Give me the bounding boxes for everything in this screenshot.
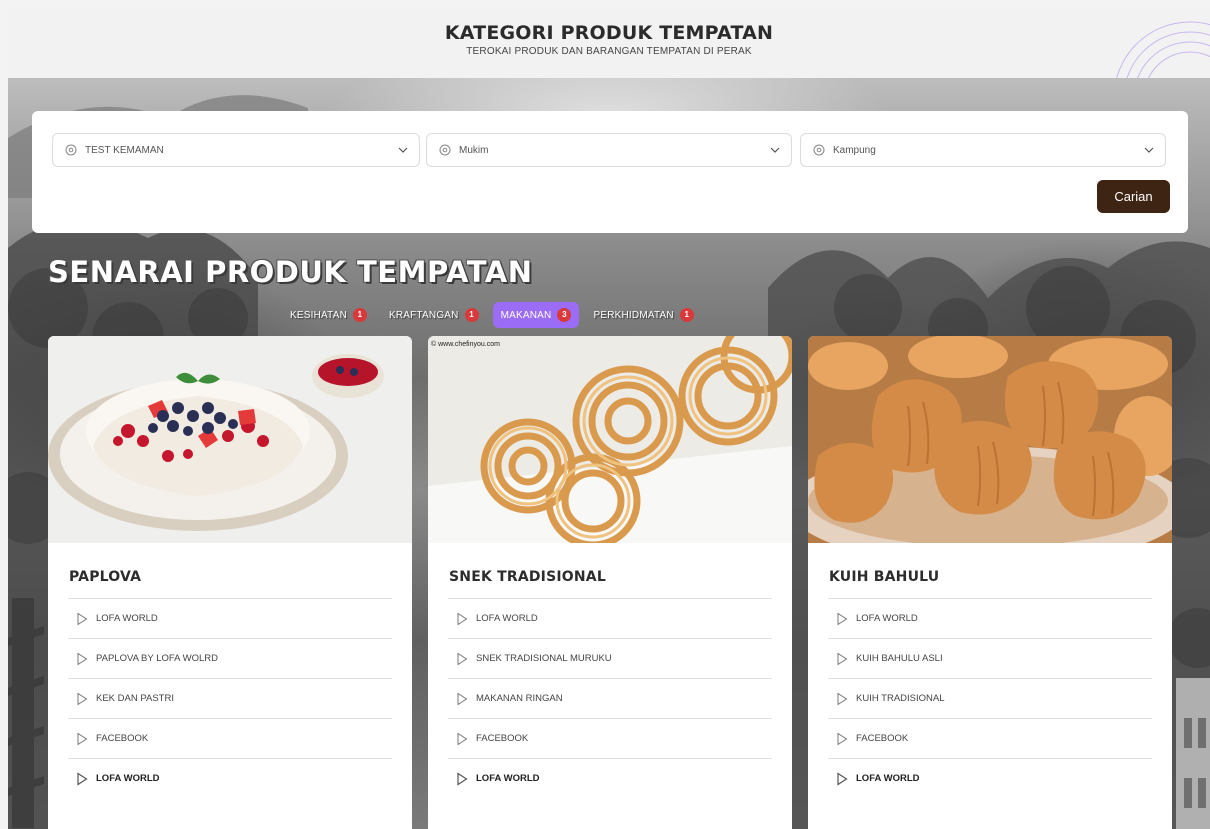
- kampung-select[interactable]: Kampung: [800, 133, 1166, 167]
- play-outline-icon: [837, 732, 848, 745]
- list-item-label: LOFA WORLD: [856, 613, 918, 624]
- list-item[interactable]: LOFA WORLD: [828, 758, 1152, 798]
- list-item[interactable]: KUIH BAHULU ASLI: [828, 638, 1152, 678]
- list-item[interactable]: PAPLOVA BY LOFA WOLRD: [68, 638, 392, 678]
- chevron-down-icon: [770, 147, 780, 153]
- chevron-down-icon: [398, 147, 408, 153]
- tab-label: PERKHIDMATAN: [593, 309, 674, 321]
- count-badge: 1: [464, 308, 479, 322]
- play-outline-icon: [837, 771, 848, 786]
- list-item[interactable]: LOFA WORLD: [448, 598, 772, 638]
- play-outline-icon: [837, 652, 848, 665]
- list-item-label: KUIH BAHULU ASLI: [856, 653, 943, 664]
- list-item-label: FACEBOOK: [856, 733, 909, 744]
- product-name: PAPLOVA: [69, 569, 142, 585]
- tab-kesihatan[interactable]: KESIHATAN 1: [282, 302, 375, 328]
- list-item-label: SNEK TRADISIONAL MURUKU: [476, 653, 612, 664]
- play-outline-icon: [837, 692, 848, 705]
- page-header: KATEGORI PRODUK TEMPATAN TEROKAI PRODUK …: [8, 8, 1210, 78]
- play-outline-icon: [77, 732, 88, 745]
- list-item-label: KEK DAN PASTRI: [96, 693, 174, 704]
- list-item[interactable]: LOFA WORLD: [448, 758, 772, 798]
- list-item-label: LOFA WORLD: [476, 773, 540, 784]
- product-links: LOFA WORLD PAPLOVA BY LOFA WOLRD KEK DAN…: [68, 598, 392, 798]
- section-title: SENARAI PRODUK TEMPATAN: [48, 255, 533, 289]
- location-pin-icon: [813, 144, 825, 156]
- product-card: © www.chefinyou.com SNEK TRADISIONAL LOF…: [428, 336, 792, 829]
- search-button[interactable]: Carian: [1097, 180, 1170, 213]
- mukim-select[interactable]: Mukim: [426, 133, 792, 167]
- page-subtitle: TEROKAI PRODUK DAN BARANGAN TEMPATAN DI …: [466, 46, 752, 57]
- list-item-label: KUIH TRADISIONAL: [856, 693, 945, 704]
- play-outline-icon: [457, 652, 468, 665]
- list-item[interactable]: LOFA WORLD: [68, 758, 392, 798]
- play-outline-icon: [457, 692, 468, 705]
- location-pin-icon: [439, 144, 451, 156]
- tab-makanan[interactable]: MAKANAN 3: [492, 302, 580, 328]
- tab-perkhidmatan[interactable]: PERKHIDMATAN 1: [585, 302, 701, 328]
- tab-kraftangan[interactable]: KRAFTANGAN 1: [381, 302, 487, 328]
- product-links: LOFA WORLD KUIH BAHULU ASLI KUIH TRADISI…: [828, 598, 1152, 798]
- district-select-value: TEST KEMAMAN: [85, 144, 164, 156]
- count-badge: 3: [557, 308, 572, 322]
- list-item[interactable]: SNEK TRADISIONAL MURUKU: [448, 638, 772, 678]
- count-badge: 1: [353, 308, 367, 322]
- category-tabs: KESIHATAN 1 KRAFTANGAN 1 MAKANAN 3 PERKH…: [282, 301, 708, 329]
- list-item[interactable]: LOFA WORLD: [828, 598, 1152, 638]
- page-title: KATEGORI PRODUK TEMPATAN: [444, 22, 774, 44]
- kuih-bahulu-photo[interactable]: [808, 336, 1172, 566]
- list-item[interactable]: LOFA WORLD: [68, 598, 392, 638]
- list-item-label: LOFA WORLD: [856, 773, 920, 784]
- list-item-label: FACEBOOK: [96, 733, 149, 744]
- tab-label: KRAFTANGAN: [389, 309, 459, 321]
- count-badge: 1: [679, 308, 694, 322]
- pavlova-photo[interactable]: [48, 336, 412, 543]
- play-outline-icon: [77, 692, 88, 705]
- murukku-photo[interactable]: © www.chefinyou.com: [428, 336, 792, 549]
- list-item-label: LOFA WORLD: [96, 613, 158, 624]
- product-links: LOFA WORLD SNEK TRADISIONAL MURUKU MAKAN…: [448, 598, 772, 798]
- list-item[interactable]: FACEBOOK: [68, 718, 392, 758]
- play-outline-icon: [457, 612, 468, 625]
- list-item[interactable]: MAKANAN RINGAN: [448, 678, 772, 718]
- list-item-label: PAPLOVA BY LOFA WOLRD: [96, 653, 218, 664]
- kampung-select-value: Kampung: [833, 144, 876, 156]
- list-item[interactable]: KEK DAN PASTRI: [68, 678, 392, 718]
- chevron-down-icon: [1144, 147, 1154, 153]
- play-outline-icon: [77, 652, 88, 665]
- list-item-label: LOFA WORLD: [96, 773, 160, 784]
- district-select[interactable]: TEST KEMAMAN: [52, 133, 420, 167]
- list-item[interactable]: KUIH TRADISIONAL: [828, 678, 1152, 718]
- list-item-label: FACEBOOK: [476, 733, 529, 744]
- play-outline-icon: [837, 612, 848, 625]
- list-item[interactable]: FACEBOOK: [448, 718, 772, 758]
- play-outline-icon: [457, 732, 468, 745]
- list-item[interactable]: FACEBOOK: [828, 718, 1152, 758]
- list-item-label: LOFA WORLD: [476, 613, 538, 624]
- search-panel: TEST KEMAMAN Mukim Kampung Carian: [32, 111, 1188, 233]
- location-pin-icon: [65, 144, 77, 156]
- play-outline-icon: [457, 771, 468, 786]
- product-card: KUIH BAHULU LOFA WORLD KUIH BAHULU ASLI …: [808, 336, 1172, 829]
- decorative-arcs-icon: [1116, 21, 1210, 78]
- play-outline-icon: [77, 612, 88, 625]
- mukim-select-value: Mukim: [459, 144, 489, 156]
- image-credit: © www.chefinyou.com: [431, 341, 500, 348]
- tab-label: MAKANAN: [500, 309, 552, 321]
- list-item-label: MAKANAN RINGAN: [476, 693, 563, 704]
- product-name: KUIH BAHULU: [829, 569, 940, 585]
- product-name: SNEK TRADISIONAL: [449, 569, 606, 585]
- play-outline-icon: [77, 771, 88, 786]
- product-card: PAPLOVA LOFA WORLD PAPLOVA BY LOFA WOLRD…: [48, 336, 412, 829]
- tab-label: KESIHATAN: [290, 309, 347, 321]
